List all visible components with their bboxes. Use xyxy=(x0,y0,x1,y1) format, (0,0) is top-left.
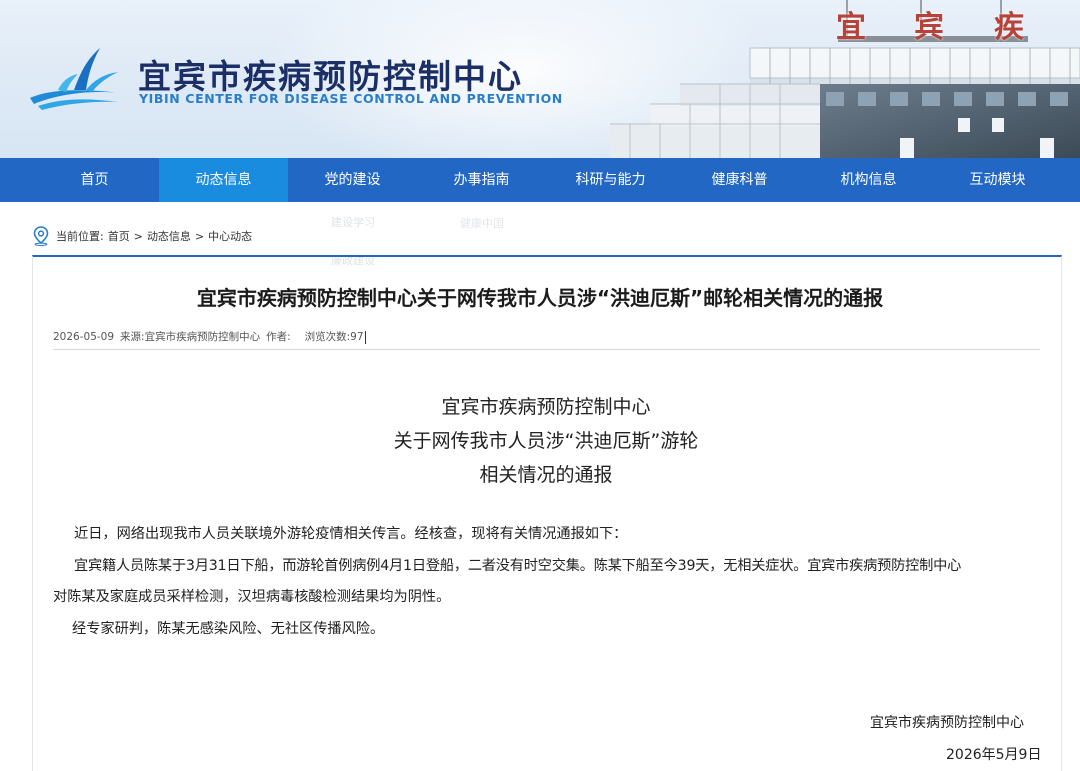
notice-heading-line: 关于网传我市人员涉“洪迪厄斯”游轮 xyxy=(393,430,699,452)
breadcrumb-prefix: 当前位置: xyxy=(56,230,104,243)
signature-org: 宜宾市疾病预防控制中心 xyxy=(870,715,1024,731)
meta-divider xyxy=(53,349,1040,350)
notice-heading-line: 宜宾市疾病预防控制中心 xyxy=(441,396,651,418)
views-label: 浏览次数: xyxy=(304,331,351,343)
building-sign-char: 宜 xyxy=(836,10,866,45)
article-title: 宜宾市疾病预防控制中心关于网传我市人员涉“洪迪厄斯”邮轮相关情况的通报 xyxy=(196,286,884,310)
nav-item-health-education[interactable]: 健康科普 xyxy=(675,158,804,202)
breadcrumb-separator: > xyxy=(133,229,143,243)
breadcrumb-link-center-news[interactable]: 中心动态 xyxy=(208,228,252,244)
building-sign-char: 宾 xyxy=(914,10,944,45)
nav-item-news[interactable]: 动态信息 xyxy=(159,158,288,202)
body-paragraph: 经专家研判，陈某无感染风险、无社区传播风险。 xyxy=(72,621,385,637)
location-pin-icon xyxy=(33,226,49,246)
views-count: 97 xyxy=(350,331,364,343)
body-paragraph: 近日，网络出现我市人员关联境外游轮疫情相关传言。经核查，现将有关情况通报如下： xyxy=(74,526,628,542)
main-nav: 首页 动态信息 党的建设 办事指南 科研与能力 健康科普 机构信息 互动模块 xyxy=(0,158,1080,202)
article-source: 宜宾市疾病预防控制中心 xyxy=(144,331,261,343)
breadcrumb-link-news[interactable]: 动态信息 xyxy=(147,228,191,244)
nav-item-service-guide[interactable]: 办事指南 xyxy=(417,158,546,202)
breadcrumb-separator: > xyxy=(194,229,205,243)
site-header: 宜宾市疾病预防控制中心 YIBIN CENTER FOR DISEASE CON… xyxy=(0,0,1080,158)
nav-item-organization[interactable]: 机构信息 xyxy=(804,158,933,202)
signature-date: 2026年5月9日 xyxy=(946,747,1042,763)
dropdown-item[interactable]: 建设学习 xyxy=(331,214,375,230)
nav-item-party-building[interactable]: 党的建设 xyxy=(288,158,417,202)
building-sign-char: 疾 xyxy=(994,10,1024,45)
article-date: 2026-05-09 xyxy=(53,331,115,343)
source-label: 来源: xyxy=(120,331,145,343)
nav-dropdown-secondary: 健康中国 xyxy=(415,202,545,238)
cdc-logo-icon[interactable] xyxy=(28,46,124,112)
author-label: 作者: xyxy=(266,331,291,343)
text-caret xyxy=(364,330,366,344)
dropdown-item[interactable]: 健康中国 xyxy=(460,215,504,231)
nav-item-interaction[interactable]: 互动模块 xyxy=(933,158,1062,202)
breadcrumb-link-home[interactable]: 首页 xyxy=(108,228,130,244)
breadcrumb: 当前位置: 首页 > 动态信息 > 中心动态 xyxy=(32,226,256,246)
body-paragraph: 对陈某及家庭成员采样检测，汉坦病毒核酸检测结果均为阴性。 xyxy=(53,589,451,605)
article-meta: 2026-05-09 来源:宜宾市疾病预防控制中心 作者: 浏览次数:97 xyxy=(53,329,366,344)
body-paragraph: 宜宾籍人员陈某于3月31日下船，而游轮首例病例4月1日登船，二者没有时空交集。陈… xyxy=(74,558,962,574)
site-subtitle: YIBIN CENTER FOR DISEASE CONTROL AND PRE… xyxy=(139,91,563,106)
nav-item-home[interactable]: 首页 xyxy=(30,158,159,202)
notice-heading-line: 相关情况的通报 xyxy=(479,464,613,486)
nav-item-research[interactable]: 科研与能力 xyxy=(546,158,675,202)
